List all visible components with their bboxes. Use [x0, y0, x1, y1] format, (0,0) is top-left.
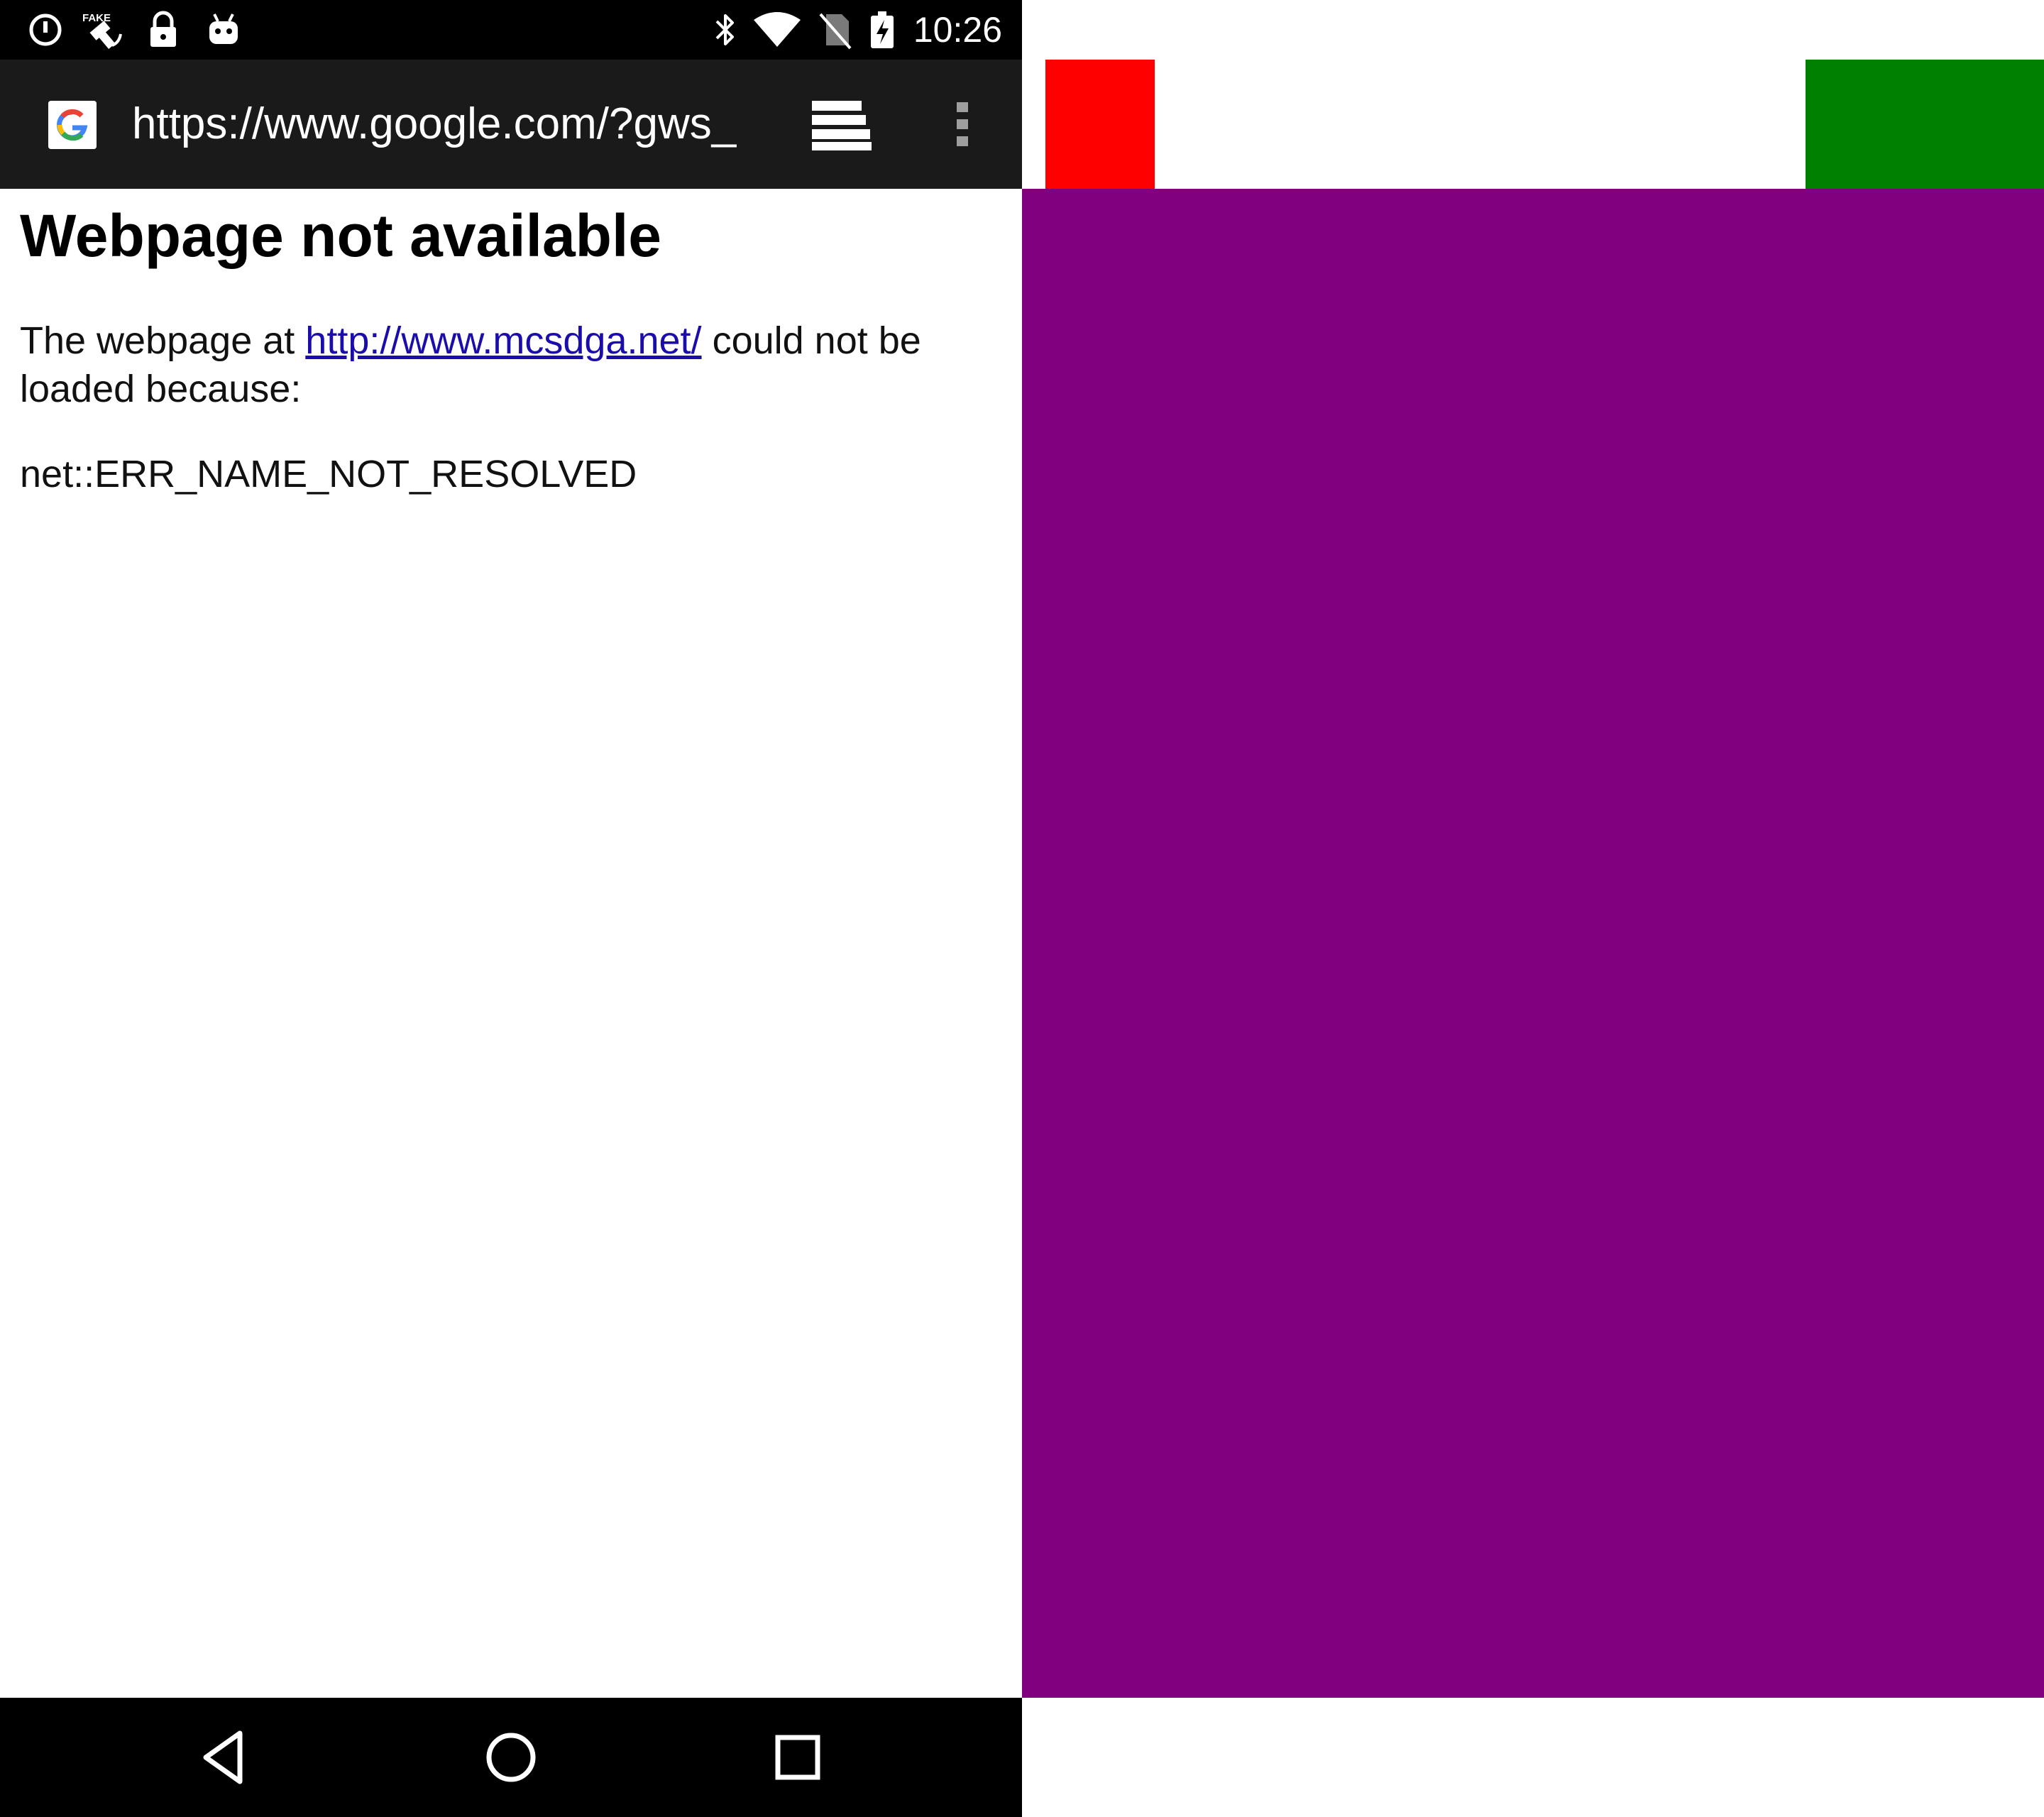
overflow-menu-icon[interactable]: [944, 95, 981, 153]
lock-icon: [150, 11, 176, 47]
bluetooth-icon: [715, 14, 734, 45]
status-bar: FAKE 10:26: [0, 0, 1022, 60]
battery-charging-icon: [871, 11, 894, 48]
home-icon[interactable]: [476, 1722, 546, 1793]
error-message: The webpage at http://www.mcsdga.net/ co…: [20, 317, 1006, 413]
status-time: 10:26: [913, 10, 1002, 50]
color-panel: [1022, 0, 2044, 1817]
error-url-link[interactable]: http://www.mcsdga.net/: [305, 319, 701, 362]
wifi-icon: [754, 12, 801, 47]
no-sim-icon: [819, 13, 852, 50]
tabs-stack-icon[interactable]: [809, 95, 874, 153]
green-block: [1806, 60, 2044, 189]
back-icon[interactable]: [190, 1722, 261, 1793]
url-bar[interactable]: https://www.google.com/?gws_: [132, 94, 771, 155]
recents-icon[interactable]: [762, 1722, 833, 1793]
browser-toolbar: https://www.google.com/?gws_: [0, 60, 1022, 189]
circle-info-icon: [29, 13, 62, 46]
google-g-icon: [48, 101, 97, 149]
screen-root: FAKE 10:26 https://www.google.com/?gws_ …: [0, 0, 2044, 1817]
navigation-bar: [0, 1698, 1022, 1817]
purple-block: [1022, 189, 2044, 1698]
error-message-prefix: The webpage at: [20, 319, 295, 362]
android-icon: [209, 13, 238, 44]
fake-gps-icon: FAKE: [82, 12, 122, 50]
svg-text:FAKE: FAKE: [82, 12, 111, 24]
phone-screen: FAKE 10:26 https://www.google.com/?gws_ …: [0, 0, 1022, 1817]
error-heading: Webpage not available: [20, 202, 662, 269]
error-code: net::ERR_NAME_NOT_RESOLVED: [20, 453, 637, 495]
error-page: Webpage not available The webpage at htt…: [0, 189, 1022, 1698]
red-block: [1045, 60, 1155, 189]
